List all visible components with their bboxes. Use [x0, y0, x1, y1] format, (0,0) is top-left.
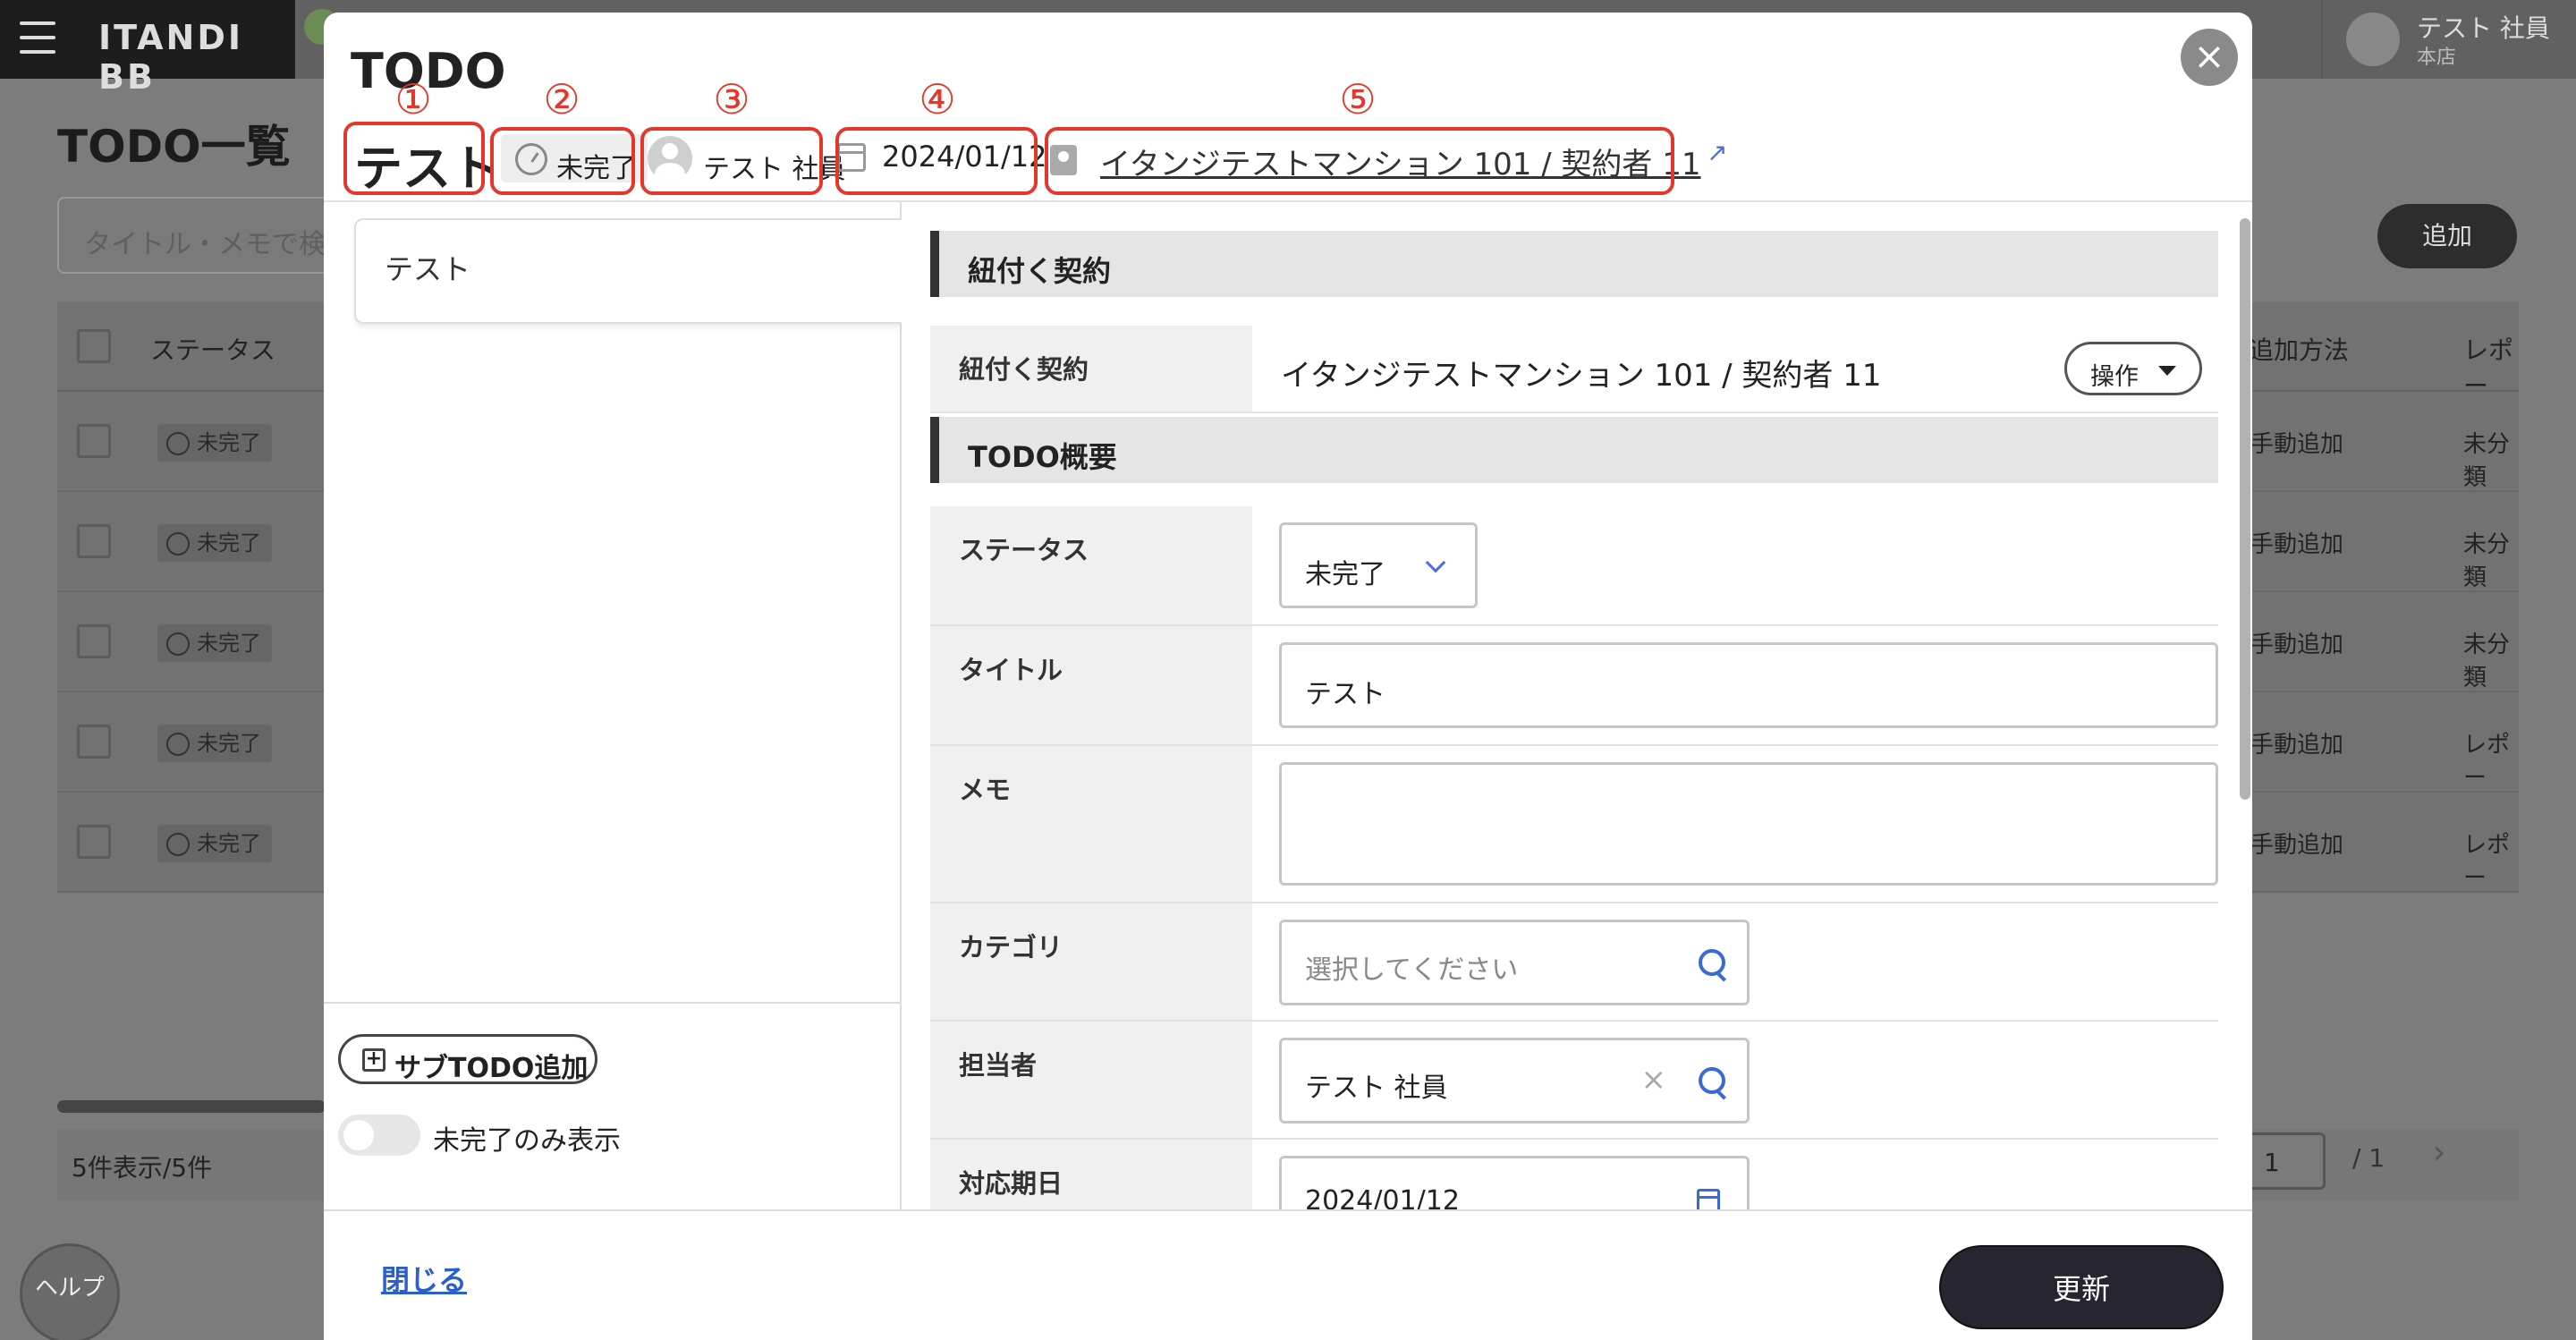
todo-list-item[interactable]: テスト: [354, 218, 902, 324]
title-label: タイトル: [930, 626, 1252, 744]
status-badge: 未完了: [157, 825, 272, 862]
contract-label: 紐付く契約: [930, 326, 1252, 411]
close-icon[interactable]: ×: [2181, 29, 2238, 86]
add-subtodo-label: サブTODO追加: [394, 1053, 589, 1084]
category-select[interactable]: 選択してください: [1279, 920, 1750, 1005]
table-scrollbar[interactable]: [57, 1100, 326, 1113]
row-method: 手動追加: [2250, 632, 2344, 658]
update-button[interactable]: 更新: [1939, 1245, 2224, 1329]
row-checkbox[interactable]: [77, 624, 111, 658]
row-report: 未分類: [2463, 431, 2511, 491]
search-icon[interactable]: [1699, 1067, 1729, 1098]
help-label: ヘルプ: [34, 1275, 105, 1302]
annotation-1: ①: [394, 75, 432, 123]
select-all-checkbox[interactable]: [77, 329, 111, 363]
brand-logo[interactable]: ITANDI BB: [98, 18, 295, 97]
todo-list-panel: テスト + サブTODO追加 未完了のみ表示: [324, 202, 902, 1211]
search-icon[interactable]: [1699, 949, 1729, 980]
user-menu[interactable]: テスト 社員 本店: [2321, 0, 2576, 79]
annotation-2: ②: [543, 75, 580, 123]
category-row: カテゴリ 選択してください: [930, 903, 2218, 1022]
contract-row: 紐付く契約 イタンジテストマンション 101 / 契約者 11 操作: [930, 326, 2218, 413]
incomplete-only-label: 未完了のみ表示: [433, 1125, 621, 1157]
status-label: ステータス: [930, 506, 1252, 624]
close-link[interactable]: 閉じる: [381, 1258, 467, 1299]
row-report: 未分類: [2463, 632, 2511, 691]
assignee-value: テスト 社員: [1305, 1073, 1448, 1104]
assignee-label: 担当者: [930, 1022, 1252, 1138]
next-page-icon[interactable]: ›: [2433, 1134, 2445, 1171]
calendar-icon[interactable]: [1697, 1189, 1720, 1211]
add-subtodo-button[interactable]: + サブTODO追加: [338, 1034, 597, 1084]
clear-icon[interactable]: ×: [1641, 1062, 1667, 1098]
highlight-box-4: [835, 127, 1038, 195]
result-count: 5件表示/5件: [72, 1153, 213, 1183]
incomplete-only-toggle[interactable]: [338, 1115, 420, 1156]
hamburger-menu-icon[interactable]: [20, 21, 55, 54]
annotation-4: ④: [919, 75, 956, 123]
row-method: 手動追加: [2250, 832, 2344, 859]
modal-footer: 閉じる 更新: [324, 1209, 2252, 1340]
highlight-box-3: [640, 127, 823, 195]
due-date-input[interactable]: 2024/01/12: [1279, 1156, 1750, 1211]
annotation-3: ③: [713, 75, 750, 123]
category-placeholder: 選択してください: [1305, 954, 1519, 986]
header-status: ステータス: [150, 335, 276, 365]
assignee-select[interactable]: テスト 社員 ×: [1279, 1038, 1750, 1124]
status-select-value: 未完了: [1305, 559, 1385, 590]
highlight-box-5: [1045, 127, 1674, 195]
plus-square-icon: +: [362, 1048, 386, 1072]
annotation-5: ⑤: [1339, 75, 1377, 123]
due-date-label: 対応期日: [930, 1140, 1252, 1211]
highlight-box-1: [343, 122, 485, 195]
operation-label: 操作: [2090, 363, 2139, 391]
todo-modal: TODO × ① ② ③ ④ ⑤ テスト 未完了 テスト 社員 2024/01/…: [324, 13, 2252, 1340]
due-date-row: 対応期日 2024/01/12: [930, 1140, 2218, 1211]
memo-label: メモ: [930, 746, 1252, 902]
memo-row: メモ: [930, 746, 2218, 903]
category-label: カテゴリ: [930, 903, 1252, 1020]
status-row: ステータス 未完了: [930, 506, 2218, 626]
row-method: 手動追加: [2250, 732, 2344, 759]
user-avatar-icon: [2346, 13, 2400, 66]
row-checkbox[interactable]: [77, 524, 111, 558]
caret-down-icon: [2158, 366, 2176, 376]
status-badge: 未完了: [157, 524, 272, 562]
status-badge: 未完了: [157, 624, 272, 662]
row-method: 手動追加: [2250, 531, 2344, 558]
section-heading-overview: TODO概要: [930, 417, 2218, 483]
contract-value: イタンジテストマンション 101 / 契約者 11: [1281, 358, 1882, 394]
title-input[interactable]: テスト: [1279, 642, 2218, 728]
row-checkbox[interactable]: [77, 725, 111, 759]
external-link-icon[interactable]: ↗: [1707, 138, 1727, 167]
user-store: 本店: [2417, 47, 2457, 69]
page-total: / 1: [2352, 1143, 2385, 1173]
row-report: 未分類: [2463, 531, 2511, 591]
header-method: 追加方法: [2249, 335, 2350, 365]
user-name: テスト 社員: [2417, 13, 2550, 43]
memo-textarea[interactable]: [1279, 762, 2218, 886]
highlight-box-2: [490, 127, 635, 195]
status-select[interactable]: 未完了: [1279, 522, 1478, 608]
help-button[interactable]: ヘルプ: [20, 1243, 120, 1340]
row-method: 手動追加: [2250, 431, 2344, 458]
page-title: TODO一覧: [57, 121, 291, 173]
chevron-down-icon: [1425, 552, 1446, 573]
due-date-value: 2024/01/12: [1305, 1185, 1460, 1211]
section-heading-contract: 紐付く契約: [930, 231, 2218, 297]
status-badge: 未完了: [157, 725, 272, 762]
assignee-row: 担当者 テスト 社員 ×: [930, 1022, 2218, 1140]
operation-dropdown-button[interactable]: 操作: [2064, 342, 2202, 395]
panel-divider: [324, 1002, 900, 1004]
todo-detail-panel: 紐付く契約 紐付く契約 イタンジテストマンション 101 / 契約者 11 操作…: [902, 202, 2252, 1211]
detail-scrollbar[interactable]: [2240, 218, 2250, 800]
row-report: レポー: [2463, 732, 2511, 792]
brand-area: ITANDI BB: [0, 0, 295, 97]
title-row: タイトル テスト: [930, 626, 2218, 746]
row-checkbox[interactable]: [77, 825, 111, 859]
status-badge: 未完了: [157, 424, 272, 462]
row-checkbox[interactable]: [77, 424, 111, 458]
row-report: レポー: [2463, 832, 2511, 892]
add-button[interactable]: 追加: [2377, 204, 2517, 268]
